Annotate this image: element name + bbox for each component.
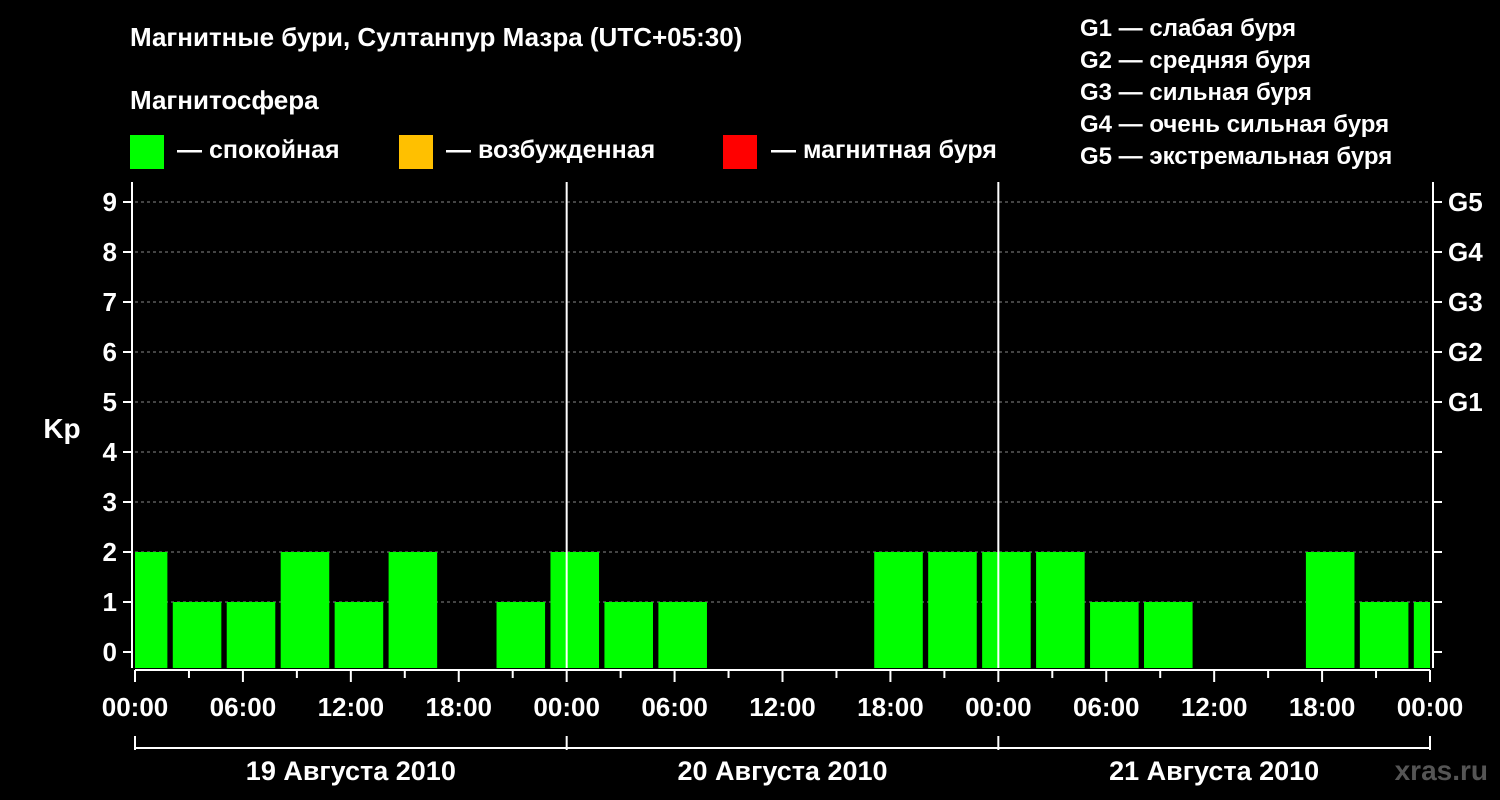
kp-bar-9 bbox=[604, 602, 653, 668]
y-tick-label-7: 7 bbox=[103, 287, 117, 317]
kp-bar-17 bbox=[1036, 552, 1085, 668]
x-tick-label-3: 18:00 bbox=[426, 692, 493, 722]
y-tick-label-8: 8 bbox=[103, 237, 117, 267]
kp-bar-18 bbox=[1090, 602, 1139, 668]
kp-bar-15 bbox=[928, 552, 977, 668]
x-tick-label-12: 00:00 bbox=[1397, 692, 1464, 722]
day-label-0: 19 Августа 2010 bbox=[246, 756, 456, 786]
y-tick-label-0: 0 bbox=[103, 637, 117, 667]
x-tick-label-11: 18:00 bbox=[1289, 692, 1356, 722]
x-tick-label-5: 06:00 bbox=[641, 692, 708, 722]
kp-bar-14 bbox=[874, 552, 923, 668]
y-tick-label-5: 5 bbox=[103, 387, 117, 417]
x-tick-label-9: 06:00 bbox=[1073, 692, 1140, 722]
right-tick-label-G4: G4 bbox=[1448, 237, 1483, 267]
kp-bar-0 bbox=[135, 552, 168, 668]
right-tick-label-G1: G1 bbox=[1448, 387, 1483, 417]
kp-bar-2 bbox=[226, 602, 276, 668]
x-tick-label-6: 12:00 bbox=[749, 692, 816, 722]
y-tick-label-3: 3 bbox=[103, 487, 117, 517]
x-tick-label-7: 18:00 bbox=[857, 692, 924, 722]
x-tick-label-8: 00:00 bbox=[965, 692, 1032, 722]
day-label-2: 21 Августа 2010 bbox=[1109, 756, 1319, 786]
x-tick-label-4: 00:00 bbox=[533, 692, 600, 722]
day-label-1: 20 Августа 2010 bbox=[677, 756, 887, 786]
x-tick-label-2: 12:00 bbox=[318, 692, 385, 722]
y-axis-label: Kp bbox=[43, 413, 80, 444]
kp-bar-8 bbox=[550, 552, 600, 668]
y-tick-label-4: 4 bbox=[103, 437, 118, 467]
right-tick-label-G3: G3 bbox=[1448, 287, 1483, 317]
y-tick-label-1: 1 bbox=[103, 587, 117, 617]
kp-bar-23 bbox=[1359, 602, 1409, 668]
kp-bar-22 bbox=[1305, 552, 1355, 668]
right-tick-label-G5: G5 bbox=[1448, 187, 1483, 217]
kp-bar-3 bbox=[280, 552, 330, 668]
right-tick-label-G2: G2 bbox=[1448, 337, 1483, 367]
x-tick-label-10: 12:00 bbox=[1181, 692, 1248, 722]
kp-bar-1 bbox=[172, 602, 222, 668]
kp-bar-10 bbox=[658, 602, 707, 668]
kp-bar-16 bbox=[982, 552, 1031, 668]
x-tick-label-1: 06:00 bbox=[210, 692, 277, 722]
y-tick-label-9: 9 bbox=[103, 187, 117, 217]
kp-bar-5 bbox=[388, 552, 438, 668]
kp-bar-7 bbox=[496, 602, 546, 668]
kp-bar-4 bbox=[334, 602, 384, 668]
y-tick-label-6: 6 bbox=[103, 337, 117, 367]
y-tick-label-2: 2 bbox=[103, 537, 117, 567]
kp-bar-19 bbox=[1144, 602, 1193, 668]
kp-bar-24 bbox=[1413, 602, 1430, 668]
kp-bar-chart: 0 1 2 3 4 5 6 7 8 9 Kp G1 G2 G3 G4 G5 00:00 06:00 12:00 18:… bbox=[43, 182, 1483, 786]
x-tick-label-0: 00:00 bbox=[102, 692, 169, 722]
